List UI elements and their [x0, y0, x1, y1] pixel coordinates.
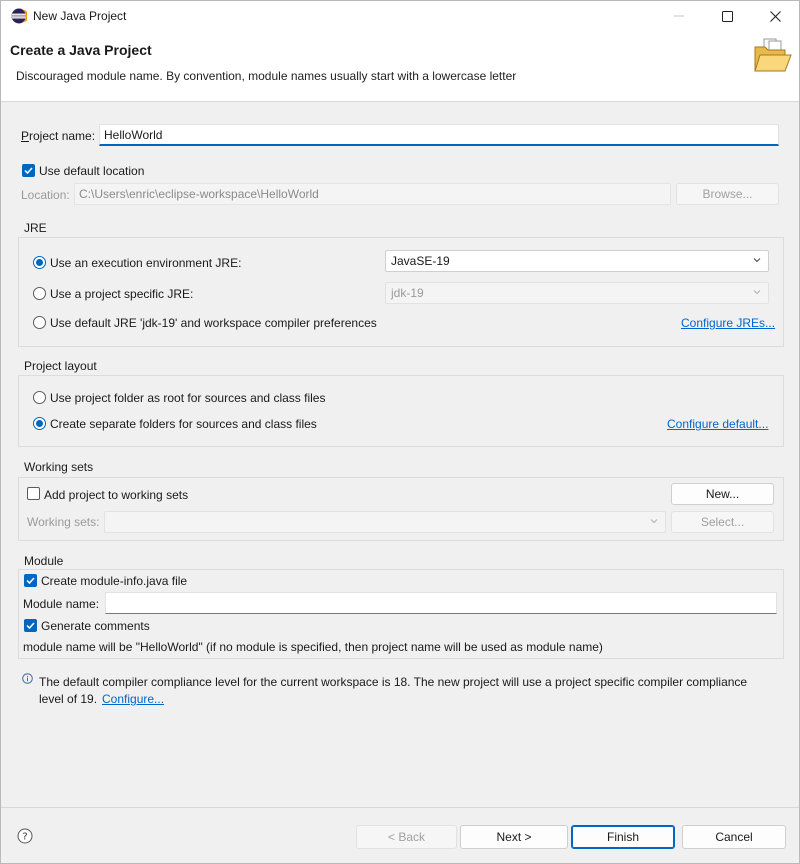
banner-message: Discouraged module name. By convention, …: [16, 69, 517, 83]
jre-project-specific-radio[interactable]: [33, 287, 46, 300]
project-specific-jre-value: jdk-19: [391, 286, 424, 300]
svg-text:?: ?: [22, 832, 27, 843]
minimize-button[interactable]: [655, 1, 703, 31]
close-icon: [769, 10, 781, 22]
layout-separate-radio[interactable]: [33, 417, 46, 430]
configure-jres-link[interactable]: Configure JREs...: [681, 316, 775, 330]
working-sets-label: Working sets:: [27, 515, 100, 529]
compliance-text: The default compiler compliance level fo…: [39, 675, 748, 689]
checkmark-icon: [26, 577, 35, 585]
page-title: Create a Java Project: [10, 42, 152, 58]
module-name-input[interactable]: [105, 592, 777, 614]
location-label: Location:: [21, 188, 70, 202]
select-working-sets-button[interactable]: Select...: [671, 511, 774, 533]
module-group-title: Module: [24, 554, 64, 568]
exec-env-select[interactable]: JavaSE-19: [385, 250, 769, 272]
project-layout-group-title: Project layout: [24, 359, 97, 373]
checkmark-icon: [26, 622, 35, 630]
chevron-down-icon: [650, 519, 658, 524]
chevron-down-icon: [753, 258, 761, 263]
new-working-set-button[interactable]: New...: [671, 483, 774, 505]
browse-button[interactable]: Browse...: [676, 183, 779, 205]
jre-default-label: Use default JRE 'jdk-19' and workspace c…: [50, 316, 377, 330]
checkmark-icon: [24, 167, 33, 175]
add-to-working-sets-label: Add project to working sets: [44, 488, 189, 502]
finish-button[interactable]: Finish: [571, 825, 675, 849]
project-name-input[interactable]: HelloWorld: [99, 124, 779, 146]
maximize-button[interactable]: [703, 1, 751, 31]
close-button[interactable]: [751, 1, 799, 31]
project-layout-group: [18, 375, 784, 447]
layout-separate-label: Create separate folders for sources and …: [50, 417, 317, 431]
help-icon[interactable]: ?: [17, 828, 33, 844]
add-to-working-sets-checkbox[interactable]: [27, 487, 40, 500]
new-java-project-dialog: New Java Project Create a Java Project D…: [0, 0, 800, 864]
configure-default-link[interactable]: Configure default...: [667, 417, 768, 431]
window-title: New Java Project: [33, 9, 127, 23]
wizard-banner: Create a Java Project Discouraged module…: [1, 31, 799, 102]
exec-env-value: JavaSE-19: [391, 254, 450, 268]
eclipse-icon: [11, 8, 27, 24]
generate-comments-label: Generate comments: [41, 619, 150, 633]
back-button[interactable]: < Back: [356, 825, 457, 849]
title-bar: New Java Project: [1, 1, 799, 31]
project-specific-jre-select[interactable]: jdk-19: [385, 282, 769, 304]
project-name-label: Project name:: [21, 129, 96, 143]
cancel-button[interactable]: Cancel: [682, 825, 786, 849]
create-module-info-checkbox[interactable]: [24, 574, 37, 587]
use-default-location-label: Use default location: [39, 164, 145, 178]
compliance-text-level: level of 19.: [39, 692, 98, 706]
compliance-configure-link[interactable]: Configure...: [102, 692, 164, 706]
module-name-label: Module name:: [23, 597, 100, 611]
create-module-info-label: Create module-info.java file: [41, 574, 188, 588]
working-sets-select[interactable]: [104, 511, 666, 533]
use-default-location-checkbox[interactable]: [22, 164, 35, 177]
layout-root-radio[interactable]: [33, 391, 46, 404]
working-sets-group-title: Working sets: [24, 460, 94, 474]
maximize-icon: [721, 10, 733, 22]
generate-comments-checkbox[interactable]: [24, 619, 37, 632]
jre-default-radio[interactable]: [33, 316, 46, 329]
location-input[interactable]: C:\Users\enric\eclipse-workspace\HelloWo…: [74, 183, 671, 205]
chevron-down-icon: [753, 290, 761, 295]
jre-project-specific-label: Use a project specific JRE:: [50, 287, 194, 301]
folder-icon: [754, 38, 792, 72]
minimize-icon: [674, 15, 684, 17]
jre-exec-env-radio[interactable]: [33, 256, 46, 269]
jre-group-title: JRE: [24, 221, 47, 235]
next-button[interactable]: Next >: [460, 825, 568, 849]
layout-root-label: Use project folder as root for sources a…: [50, 391, 326, 405]
module-info-text: module name will be "HelloWorld" (if no …: [23, 640, 603, 654]
info-icon: [22, 673, 33, 684]
jre-exec-env-label: Use an execution environment JRE:: [50, 256, 242, 270]
